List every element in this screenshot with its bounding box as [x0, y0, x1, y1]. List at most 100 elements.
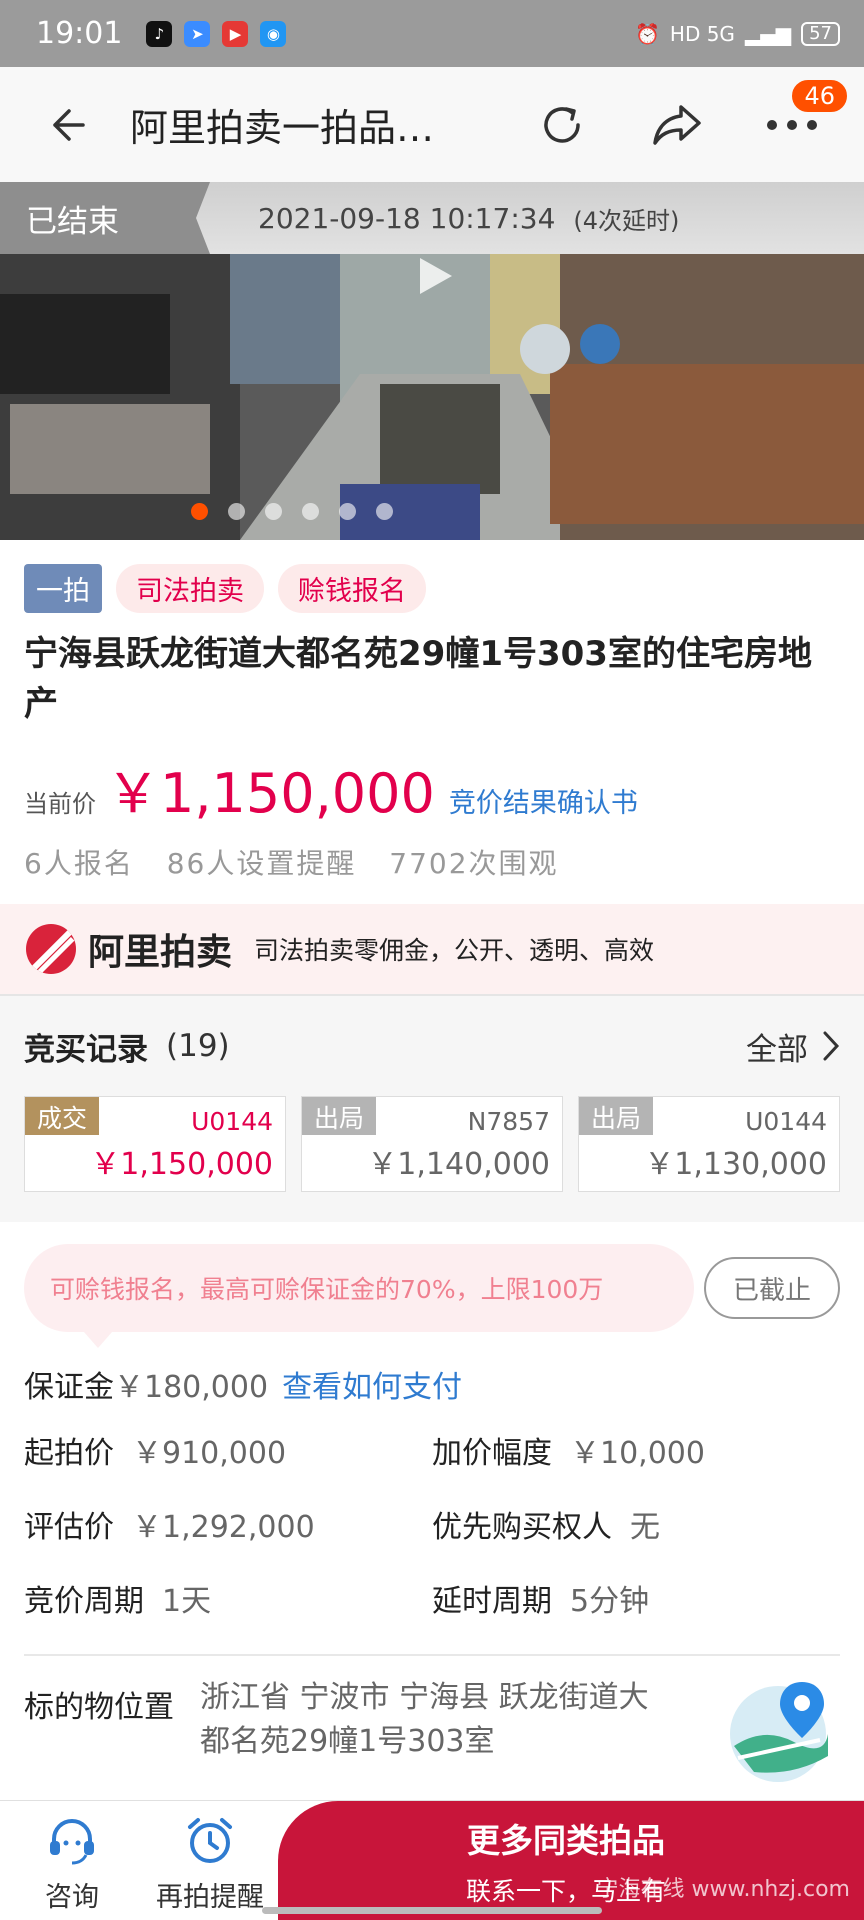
confirmation-link[interactable]: 竞价结果确认书: [449, 781, 638, 820]
carousel-dot[interactable]: [265, 503, 282, 520]
page-title: 阿里拍卖一拍品…: [130, 106, 435, 150]
bid-status-badge: 成交: [25, 1097, 100, 1135]
detail-key: 起拍价: [24, 1436, 114, 1471]
bottom-action-bar: 咨询 再拍提醒 更多同类拍品 联系一下，马上有 宁海在线 www.nhzj.co…: [0, 1800, 864, 1920]
detail-value: 5分钟: [570, 1584, 650, 1619]
refresh-button[interactable]: [504, 67, 619, 182]
bid-price: ￥1,130,000: [644, 1147, 827, 1182]
detail-value: 无: [630, 1510, 660, 1545]
current-price: ￥1,150,000: [106, 762, 435, 825]
browser-app-icon: ◉: [260, 20, 287, 47]
detail-key: 竞价周期: [24, 1584, 144, 1619]
detail-appraisal: 评估价 ￥1,292,000: [24, 1502, 432, 1546]
tag-first-auction: 一拍: [24, 564, 102, 613]
alarm-icon: ⏰: [635, 21, 660, 46]
item-info: 一拍 司法拍卖 赊钱报名 宁海县跃龙街道大都名苑29幢1号303室的住宅房地产 …: [0, 540, 864, 904]
bid-records-header: 竞买记录 (19) 全部: [24, 996, 840, 1096]
consult-button[interactable]: 咨询: [32, 1815, 112, 1914]
location-row: 标的物位置 浙江省 宁波市 宁海县 跃龙街道大都名苑29幢1号303室: [24, 1676, 840, 1784]
status-app-icons: ♪ ➤ ▶ ◉: [146, 20, 287, 47]
ali-auction-logo-icon: [26, 924, 76, 974]
status-bar: 19:01 ♪ ➤ ▶ ◉ ⏰ HD 5G ▂▄▆ 57: [0, 0, 864, 67]
reminder-count: 86人设置提醒: [166, 847, 357, 880]
ali-auction-banner: 阿里拍卖 司法拍卖零佣金，公开、透明、高效: [0, 904, 864, 994]
tag-judicial: 司法拍卖: [116, 564, 264, 613]
back-button[interactable]: [0, 67, 130, 182]
battery-indicator: 57: [801, 21, 840, 46]
cta-main-label: 更多同类拍品: [467, 1821, 665, 1860]
detail-value: ￥10,000: [570, 1436, 705, 1471]
bid-price: ￥1,150,000: [90, 1147, 273, 1182]
bid-record-card[interactable]: 出局 N7857 ￥1,140,000: [301, 1096, 563, 1192]
view-all-records-button[interactable]: 全部: [746, 1024, 840, 1069]
view-all-label: 全部: [746, 1031, 808, 1068]
chevron-right-icon: [823, 1031, 840, 1061]
more-dots-icon: [766, 119, 817, 130]
refresh-icon: [543, 106, 580, 143]
end-time-value: 2021-09-18 10:17:34: [258, 201, 556, 235]
headset-icon: [50, 1819, 94, 1865]
status-time: 19:01: [36, 16, 123, 51]
bid-status-badge: 出局: [302, 1097, 377, 1135]
video-app-icon: ▶: [222, 20, 249, 47]
video-play-icon[interactable]: [412, 254, 456, 298]
ali-brand: 阿里拍卖: [88, 932, 233, 973]
share-button[interactable]: [619, 67, 734, 182]
status-right: ⏰ HD 5G ▂▄▆ 57: [635, 21, 840, 46]
consult-label: 咨询: [45, 1882, 99, 1913]
location-value: 浙江省 宁波市 宁海县 跃龙街道大都名苑29幢1号303室: [200, 1680, 649, 1759]
bid-records-count: (19): [166, 1028, 230, 1064]
auction-status-strip: 已结束 2021-09-18 10:17:34 (4次延时): [0, 182, 864, 254]
credit-signup-notice: 可赊钱报名，最高可赊保证金的70%，上限100万: [24, 1244, 694, 1348]
detail-key: 评估价: [24, 1510, 114, 1545]
tag-credit-signup: 赊钱报名: [278, 564, 426, 613]
back-arrow-icon: [53, 108, 85, 141]
closed-button[interactable]: 已截止: [704, 1257, 840, 1319]
nav-bar: 阿里拍卖一拍品… 46: [0, 67, 864, 182]
detail-start-price: 起拍价 ￥910,000: [24, 1428, 432, 1472]
carousel-dot[interactable]: [339, 503, 356, 520]
carousel-dot[interactable]: [191, 503, 208, 520]
deposit-value: ￥180,000: [114, 1370, 269, 1405]
map-pin-icon[interactable]: [724, 1676, 832, 1784]
signup-count: 6人报名: [24, 847, 134, 880]
share-icon: [652, 104, 701, 145]
detail-value: ￥910,000: [132, 1436, 287, 1471]
detail-bid-period: 竞价周期 1天: [24, 1576, 432, 1620]
bid-records-title: 竞买记录: [24, 1031, 148, 1068]
more-similar-button[interactable]: 更多同类拍品 联系一下，马上有 宁海在线 www.nhzj.com: [278, 1801, 864, 1920]
view-count: 7702次围观: [389, 847, 559, 880]
status-label: 已结束: [0, 182, 210, 254]
carousel-dot[interactable]: [302, 503, 319, 520]
tiktok-icon: ♪: [146, 20, 173, 47]
deposit-line: 保证金￥180,000 查看如何支付: [24, 1362, 840, 1406]
detail-extension-period: 延时周期 5分钟: [432, 1576, 840, 1620]
bid-record-card[interactable]: 成交 U0144 ￥1,150,000: [24, 1096, 286, 1192]
detail-grid: 起拍价 ￥910,000 加价幅度 ￥10,000 评估价 ￥1,292,000 优先…: [24, 1428, 840, 1620]
bid-status-badge: 出局: [579, 1097, 654, 1135]
carousel-dot[interactable]: [228, 503, 245, 520]
carousel-dots: [0, 503, 864, 520]
item-tags: 一拍 司法拍卖 赊钱报名: [24, 564, 840, 613]
auction-details: 可赊钱报名，最高可赊保证金的70%，上限100万 已截止 保证金￥180,000…: [0, 1222, 864, 1802]
how-to-pay-link[interactable]: 查看如何支付: [282, 1370, 462, 1405]
notification-badge: 46: [789, 77, 850, 115]
remind-label: 再拍提醒: [156, 1882, 264, 1913]
bidder-id: N7857: [467, 1107, 550, 1136]
carousel-dot[interactable]: [376, 503, 393, 520]
detail-priority-buyer: 优先购买权人无: [432, 1502, 840, 1546]
signal-icon: ▂▄▆: [744, 21, 792, 46]
home-indicator[interactable]: [262, 1907, 602, 1914]
bid-price: ￥1,140,000: [367, 1147, 550, 1182]
location-label: 标的物位置: [24, 1690, 174, 1725]
credit-signup-row: 可赊钱报名，最高可赊保证金的70%，上限100万 已截止: [24, 1244, 840, 1348]
bid-record-card[interactable]: 出局 U0144 ￥1,130,000: [578, 1096, 840, 1192]
detail-increment: 加价幅度 ￥10,000: [432, 1428, 840, 1472]
remind-button[interactable]: 再拍提醒: [150, 1815, 270, 1914]
item-stats: 6人报名 86人设置提醒 7702次围观: [24, 842, 840, 882]
bidder-id: U0144: [191, 1107, 273, 1136]
send-app-icon: ➤: [184, 20, 211, 47]
alarm-clock-icon: [188, 1818, 232, 1863]
photo-carousel[interactable]: [0, 254, 864, 540]
bidder-id: U0144: [745, 1107, 827, 1136]
